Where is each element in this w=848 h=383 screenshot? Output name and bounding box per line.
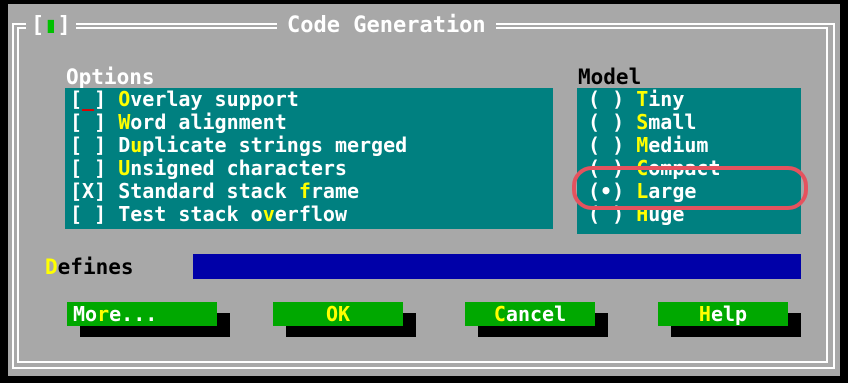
model-medium-radio[interactable]: ( ) Medium: [588, 134, 708, 157]
option-overlay-support[interactable]: [_] Overlay support: [70, 88, 299, 111]
option-duplicate-strings-merged[interactable]: [ ] Duplicate strings merged: [70, 134, 407, 157]
close-box[interactable]: [▮]: [26, 13, 76, 39]
model-small-radio[interactable]: ( ) Small: [588, 111, 696, 134]
code-generation-dialog: [▮] Code Generation Options Model [_] Ov…: [8, 4, 840, 376]
close-icon: ▮: [44, 13, 58, 38]
option-test-stack-overflow[interactable]: [ ] Test stack overflow: [70, 203, 347, 226]
model-tiny-radio[interactable]: ( ) Tiny: [588, 88, 684, 111]
options-label: Options: [66, 65, 155, 89]
option-unsigned-characters[interactable]: [ ] Unsigned characters: [70, 157, 347, 180]
model-label: Model: [578, 65, 642, 89]
ok-button[interactable]: OK: [273, 302, 403, 326]
help-button[interactable]: Help: [658, 302, 788, 326]
option-standard-stack-frame[interactable]: [X] Standard stack frame: [70, 180, 359, 203]
checkbox-mark: _: [82, 87, 95, 111]
cancel-button[interactable]: Cancel: [465, 302, 595, 326]
option-word-alignment[interactable]: [ ] Word alignment: [70, 111, 287, 134]
defines-input[interactable]: [193, 254, 801, 279]
defines-label: Defines: [45, 255, 134, 279]
selection-highlight-ring: [572, 166, 808, 210]
dialog-title: Code Generation: [277, 13, 496, 39]
more-button[interactable]: More...: [67, 302, 217, 326]
